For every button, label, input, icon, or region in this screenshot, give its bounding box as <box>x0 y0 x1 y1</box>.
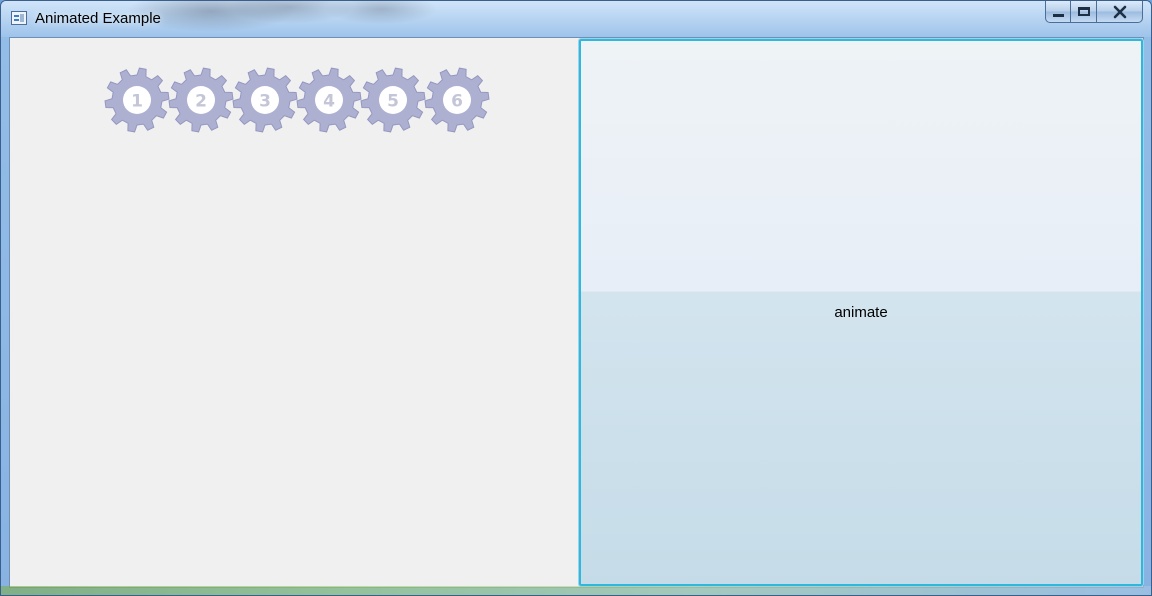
gear-icon: 4 <box>296 67 362 133</box>
gear-2: 2 <box>168 67 234 133</box>
gear-icon: 3 <box>232 67 298 133</box>
gear-icon: 2 <box>168 67 234 133</box>
title-bar[interactable]: Animated Example <box>1 1 1151 37</box>
gear-5: 5 <box>360 67 426 133</box>
gear-label: 6 <box>451 92 463 112</box>
gear-label: 3 <box>259 92 271 112</box>
client-area: 1 2 3 4 5 6 animate <box>9 37 1144 588</box>
minimize-button[interactable] <box>1045 1 1071 23</box>
window-bottom-edge <box>1 586 1151 595</box>
close-icon <box>1113 5 1126 18</box>
minimize-icon <box>1052 14 1064 17</box>
app-window: Animated Example 1 2 3 4 5 6 animate <box>0 0 1152 596</box>
gear-label: 1 <box>131 92 143 112</box>
gear-4: 4 <box>296 67 362 133</box>
window-app-icon[interactable] <box>11 11 27 25</box>
window-title: Animated Example <box>35 10 161 27</box>
gear-icon: 5 <box>360 67 426 133</box>
maximize-button[interactable] <box>1071 1 1097 23</box>
window-controls <box>1045 1 1143 27</box>
gear-label: 5 <box>387 92 399 112</box>
gear-6: 6 <box>424 67 490 133</box>
gear-pane: 1 2 3 4 5 6 <box>10 38 578 587</box>
animate-button-label: animate <box>834 304 888 321</box>
animate-button[interactable]: animate <box>578 38 1144 587</box>
gear-label: 4 <box>323 92 335 112</box>
close-button[interactable] <box>1097 1 1143 23</box>
gear-3: 3 <box>232 67 298 133</box>
gear-icon: 6 <box>424 67 490 133</box>
maximize-icon <box>1077 7 1090 16</box>
gear-1: 1 <box>104 67 170 133</box>
gear-icon: 1 <box>104 67 170 133</box>
gear-label: 2 <box>195 92 207 112</box>
